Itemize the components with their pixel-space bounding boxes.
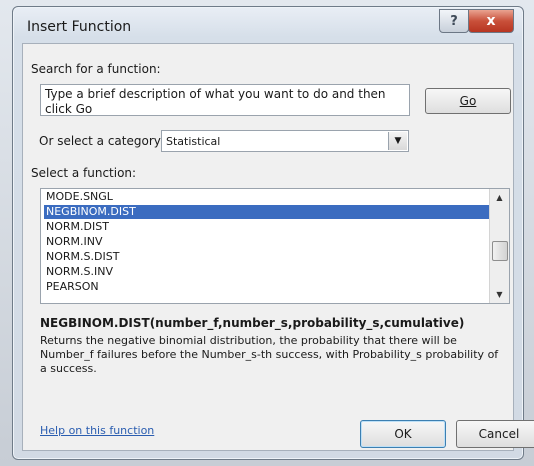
desktop-background: Insert Function ? x Search for a functio… <box>0 0 534 466</box>
category-select[interactable]: Statistical ▼ <box>161 130 409 152</box>
list-item[interactable]: NORM.INV <box>44 235 490 249</box>
close-button[interactable]: x <box>468 9 514 33</box>
scroll-up-arrow-icon[interactable]: ▲ <box>490 189 509 206</box>
list-item[interactable]: NORM.S.INV <box>44 265 490 279</box>
title-bar: Insert Function ? x <box>13 7 523 43</box>
search-label: Search for a function: <box>31 62 161 76</box>
list-item[interactable]: NORM.S.DIST <box>44 250 490 264</box>
cancel-button[interactable]: Cancel <box>456 420 534 448</box>
category-label: Or select a category: <box>39 134 165 148</box>
chevron-down-icon[interactable]: ▼ <box>388 132 407 150</box>
go-button[interactable]: Go <box>425 88 511 114</box>
help-button[interactable]: ? <box>439 9 469 33</box>
function-list[interactable]: MODE.SNGL NEGBINOM.DIST NORM.DIST NORM.I… <box>40 188 510 304</box>
search-input[interactable]: Type a brief description of what you wan… <box>40 84 410 116</box>
insert-function-dialog: Insert Function ? x Search for a functio… <box>12 6 534 460</box>
go-button-label: Go <box>459 94 477 108</box>
scroll-down-arrow-icon[interactable]: ▼ <box>490 286 509 303</box>
function-list-label: Select a function: <box>31 166 137 180</box>
dialog-body: Search for a function: Type a brief desc… <box>22 43 534 451</box>
category-selected-value: Statistical <box>166 135 221 148</box>
scroll-thumb[interactable] <box>492 241 508 261</box>
dialog-title: Insert Function <box>27 19 132 35</box>
list-item[interactable]: MODE.SNGL <box>44 190 490 204</box>
list-item-selected[interactable]: NEGBINOM.DIST <box>44 205 490 219</box>
ok-button[interactable]: OK <box>360 420 446 448</box>
function-description: Returns the negative binomial distributi… <box>40 334 499 375</box>
list-item[interactable]: PEARSON <box>44 280 490 294</box>
list-item[interactable]: NORM.DIST <box>44 220 490 234</box>
help-on-function-link[interactable]: Help on this function <box>40 424 154 437</box>
function-signature: NEGBINOM.DIST(number_f,number_s,probabil… <box>40 316 465 330</box>
scrollbar[interactable]: ▲ ▼ <box>489 189 509 303</box>
